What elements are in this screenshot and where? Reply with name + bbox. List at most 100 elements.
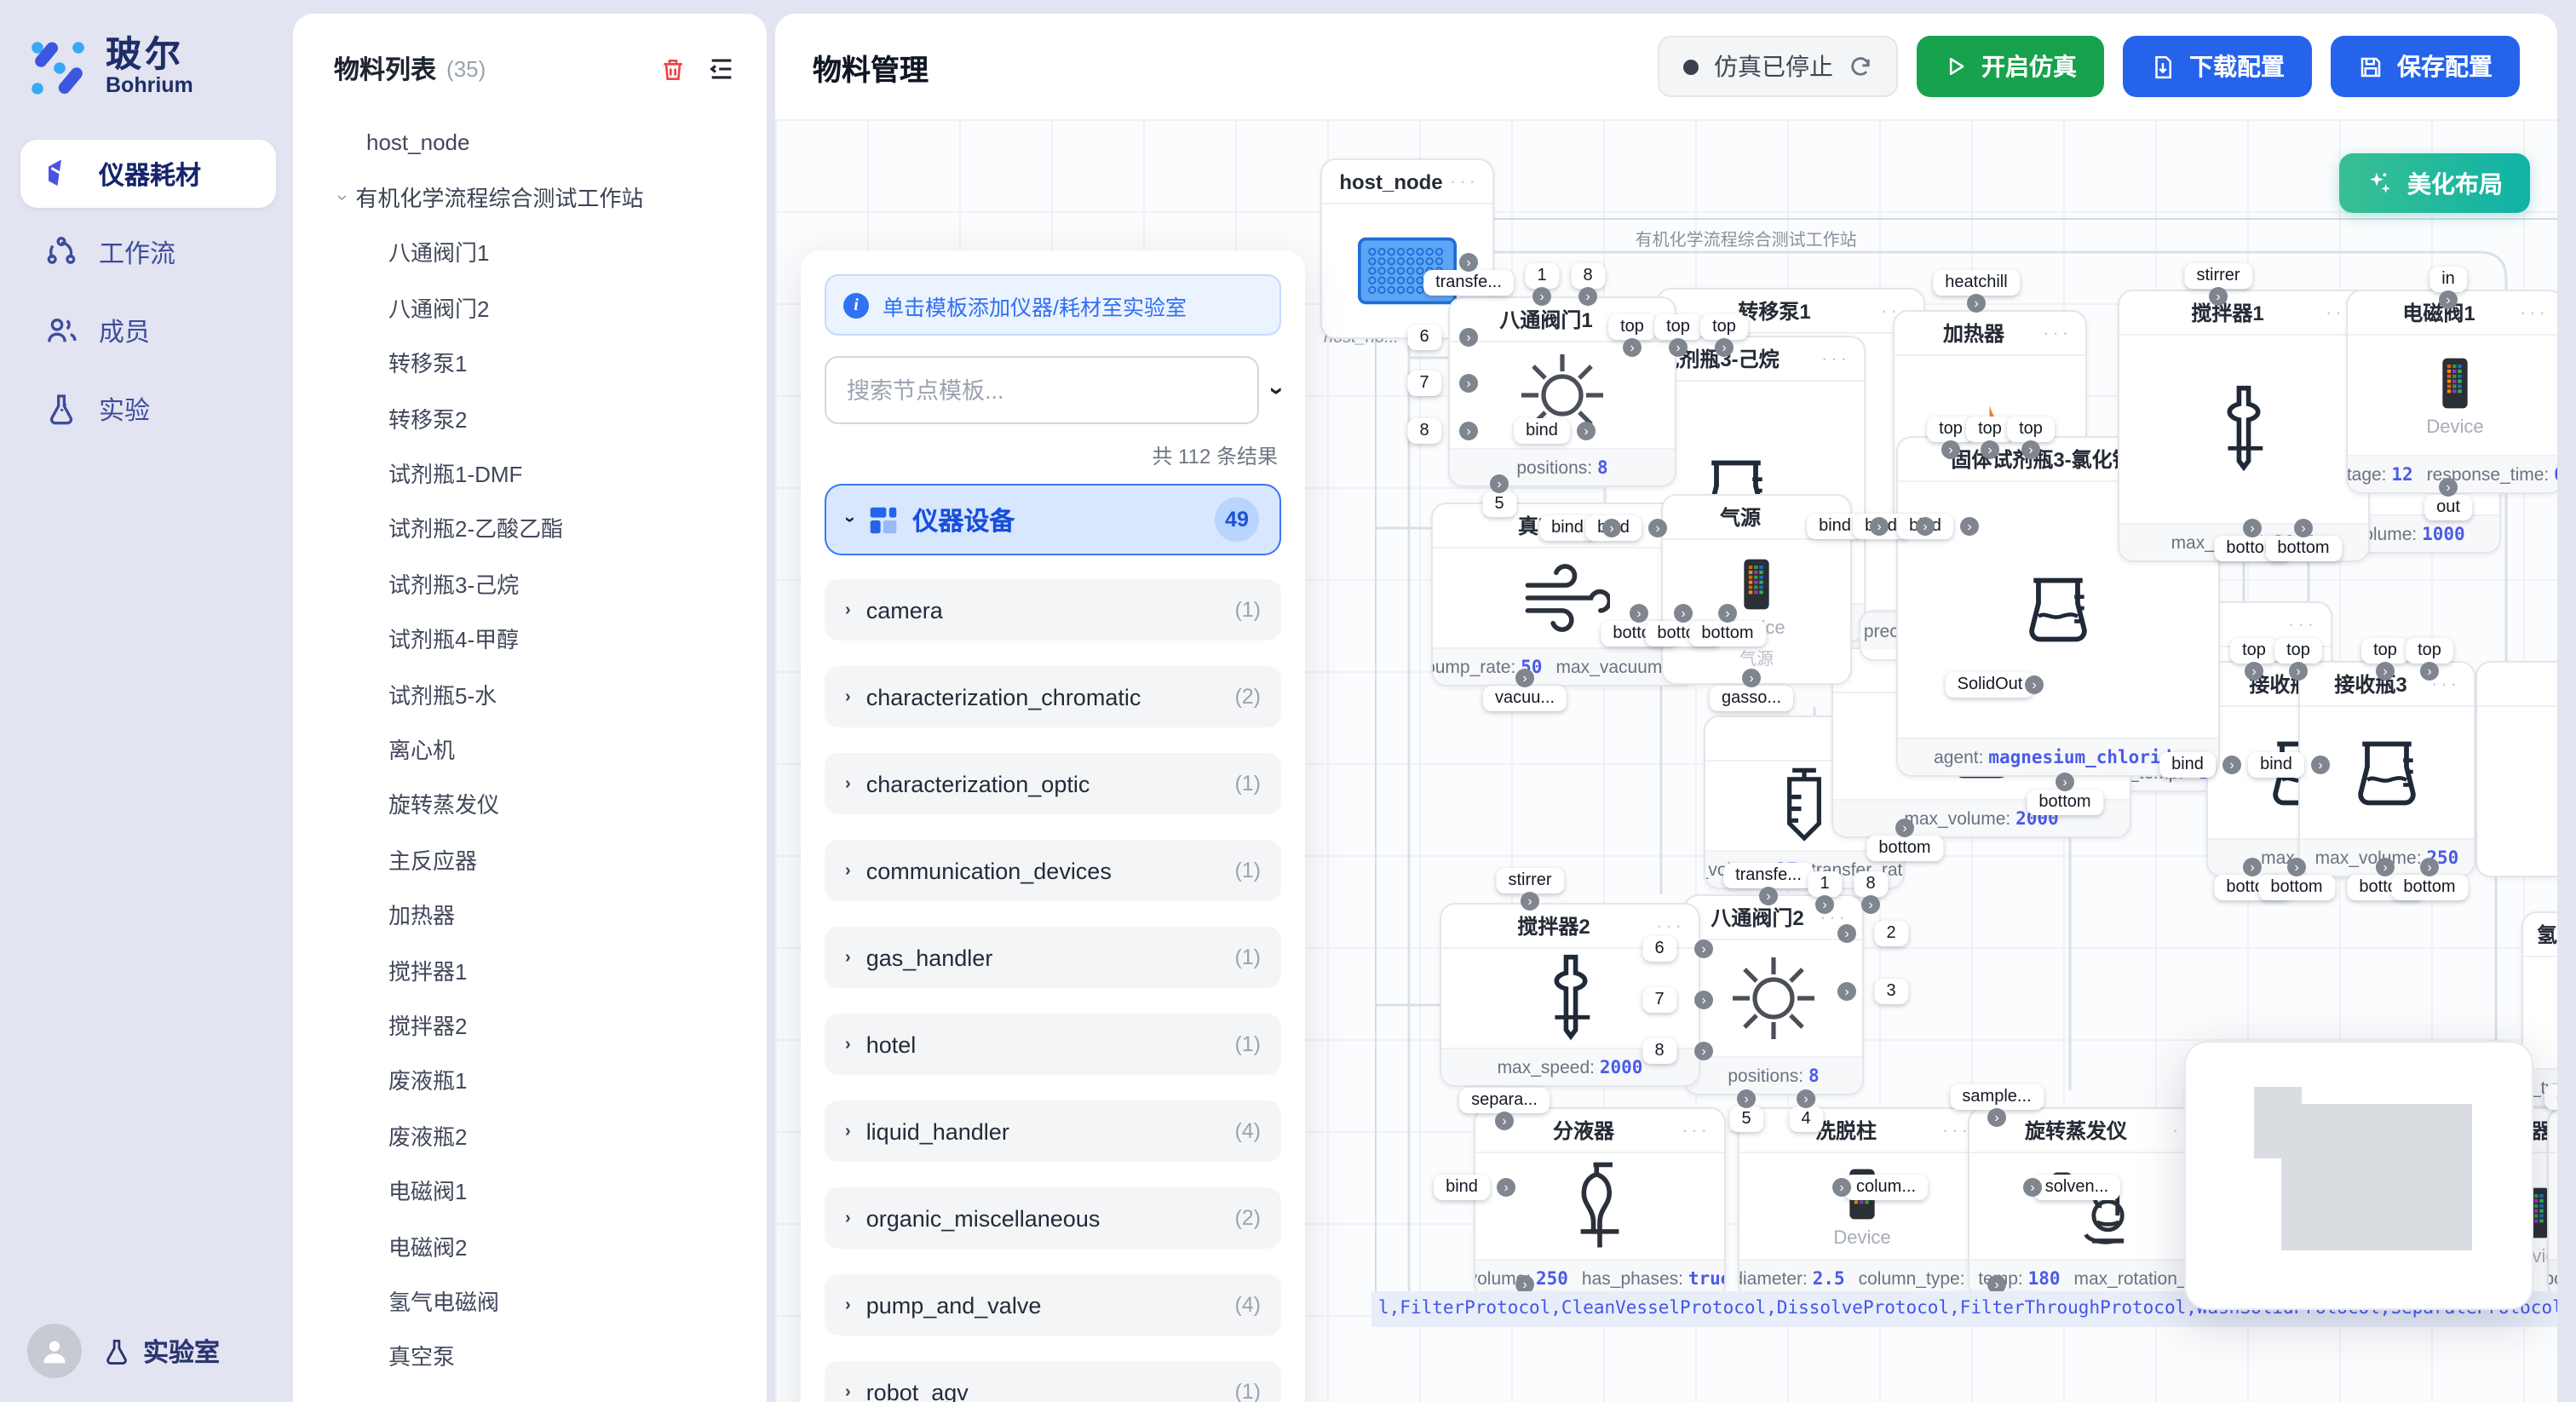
port-pill-in[interactable]: in <box>2429 267 2467 292</box>
port-pill-vacuu[interactable]: vacuu... <box>1483 686 1567 711</box>
port-pill-8[interactable]: 8 <box>1854 871 1887 897</box>
port-dot-icon[interactable]: › <box>2025 675 2044 694</box>
port-dot-icon[interactable]: › <box>2376 662 2395 681</box>
port-pill-bottom[interactable]: bottom <box>2391 875 2467 900</box>
category-item-organic_miscellaneous[interactable]: ›organic_miscellaneous(2) <box>825 1187 1281 1249</box>
port-dot-icon[interactable]: › <box>1532 287 1551 306</box>
port-dot-icon[interactable]: › <box>1495 1112 1514 1130</box>
port-dot-icon[interactable]: › <box>1861 895 1880 914</box>
port-dot-icon[interactable]: › <box>2209 287 2228 306</box>
port-dot-icon[interactable]: › <box>1967 294 1986 313</box>
tree-item-root[interactable]: host_node <box>293 114 767 170</box>
canvas-node-洗脱柱[interactable]: 洗脱柱···Devicediameter: 2.5column_type: si <box>1738 1107 1987 1298</box>
canvas-node-电磁阀1[interactable]: 电磁阀1···Devicevoltage: 12response_time: 0… <box>2346 290 2557 494</box>
port-pill-top[interactable]: top <box>2007 417 2055 442</box>
port-dot-icon[interactable]: › <box>1674 604 1693 623</box>
port-pill-8[interactable]: 8 <box>1571 263 1604 289</box>
tree-item[interactable]: 真空泵 <box>293 1328 767 1383</box>
port-dot-icon[interactable]: › <box>1694 1042 1713 1060</box>
port-pill-1[interactable]: 1 <box>1808 871 1841 897</box>
canvas-node-分液器[interactable]: 分液器···volume: 250has_phases: true <box>1474 1107 1726 1298</box>
category-item-hotel[interactable]: ›hotel(1) <box>825 1014 1281 1075</box>
port-dot-icon[interactable]: › <box>1715 338 1734 357</box>
port-dot-icon[interactable]: › <box>2245 662 2263 681</box>
port-dot-icon[interactable]: › <box>1694 939 1713 958</box>
start-sim-button[interactable]: 开启仿真 <box>1917 36 2104 97</box>
tree-item[interactable]: 八通阀门1 <box>293 225 767 280</box>
graph-canvas[interactable]: 有机化学流程综合测试工作站 host_no... host_node···转移泵… <box>775 119 2557 1402</box>
lab-switcher[interactable]: 实验室 <box>102 1333 220 1369</box>
node-menu-icon[interactable]: ··· <box>1450 171 1479 192</box>
port-pill-bind[interactable]: bind <box>2159 752 2216 778</box>
port-dot-icon[interactable]: › <box>2311 756 2330 774</box>
tree-item[interactable]: 电磁阀2 <box>293 1218 767 1273</box>
sidebar-item-2[interactable]: 工作流 <box>20 218 276 286</box>
port-dot-icon[interactable]: › <box>1694 991 1713 1009</box>
port-dot-icon[interactable]: › <box>2056 773 2074 791</box>
port-pill-6[interactable]: 6 <box>1407 325 1440 350</box>
category-item-characterization_optic[interactable]: ›characterization_optic(1) <box>825 753 1281 814</box>
port-dot-icon[interactable]: › <box>1630 604 1648 623</box>
category-item-gas_handler[interactable]: ›gas_handler(1) <box>825 927 1281 988</box>
port-dot-icon[interactable]: › <box>1987 1108 2006 1127</box>
tree-item[interactable]: 旋转蒸发仪 <box>293 776 767 831</box>
port-dot-icon[interactable]: › <box>1669 338 1688 357</box>
node-menu-icon[interactable]: ··· <box>1656 916 1685 936</box>
port-dot-icon[interactable]: › <box>1759 887 1778 905</box>
port-dot-icon[interactable]: › <box>1797 1089 1815 1108</box>
port-dot-icon[interactable]: › <box>2289 662 2308 681</box>
port-pill-bottom[interactable]: bottom <box>1689 621 1765 646</box>
tree-item[interactable]: 试剂瓶3-己烷 <box>293 555 767 611</box>
port-pill-7[interactable]: 7 <box>1642 987 1676 1013</box>
port-dot-icon[interactable]: › <box>1623 338 1642 357</box>
port-pill-top[interactable]: top <box>1700 314 1748 340</box>
sidebar-item-4[interactable]: 实验 <box>20 375 276 443</box>
panel-collapse-chevron-icon[interactable]: › <box>1262 386 1291 394</box>
node-menu-icon[interactable]: ··· <box>1682 1120 1711 1141</box>
port-dot-icon[interactable]: › <box>1578 287 1597 306</box>
port-pill-gasso[interactable]: gasso... <box>2544 1084 2557 1110</box>
port-dot-icon[interactable]: › <box>2222 756 2241 774</box>
category-item-camera[interactable]: ›camera(1) <box>825 579 1281 641</box>
tree-item[interactable]: 废液瓶2 <box>293 1107 767 1163</box>
category-group-instruments[interactable]: › 仪器设备 49 <box>825 484 1281 555</box>
port-dot-icon[interactable]: › <box>1742 669 1761 687</box>
port-dot-icon[interactable]: › <box>1459 253 1478 272</box>
node-menu-icon[interactable]: ··· <box>1821 348 1850 369</box>
port-pill-bottom[interactable]: bottom <box>1866 836 1942 861</box>
canvas-node-氢气电磁阀[interactable]: 氢气电磁阀···Deviceresponse_time: 0.1 <box>2547 1107 2557 1298</box>
canvas-node[interactable]: ··· <box>2475 661 2557 877</box>
port-dot-icon[interactable]: › <box>2439 478 2458 497</box>
port-pill-transfe[interactable]: transfe... <box>1723 863 1814 888</box>
port-dot-icon[interactable]: › <box>2420 662 2439 681</box>
port-dot-icon[interactable]: › <box>1648 519 1667 537</box>
port-dot-icon[interactable]: › <box>2243 519 2262 537</box>
port-pill-8[interactable]: 8 <box>1407 418 1440 444</box>
tree-item[interactable]: 试剂瓶5-水 <box>293 666 767 721</box>
node-menu-icon[interactable]: ··· <box>2288 614 2317 635</box>
port-pill-separa[interactable]: separa... <box>1459 1088 1550 1113</box>
port-pill-SolidOut[interactable]: SolidOut <box>1946 672 2035 698</box>
port-pill-5[interactable]: 5 <box>1482 491 1515 517</box>
tree-item[interactable]: 加热器 <box>293 887 767 942</box>
port-pill-transfe[interactable]: transfe... <box>1423 270 1514 296</box>
port-dot-icon[interactable]: › <box>1837 982 1856 1001</box>
port-dot-icon[interactable]: › <box>1941 440 1960 459</box>
port-dot-icon[interactable]: › <box>2420 858 2439 876</box>
port-dot-icon[interactable]: › <box>1832 1178 1851 1197</box>
port-dot-icon[interactable]: › <box>2376 858 2395 876</box>
tree-item[interactable]: 搅拌器2 <box>293 997 767 1053</box>
tree-item[interactable]: 废液瓶1 <box>293 1052 767 1107</box>
save-config-button[interactable]: 保存配置 <box>2331 36 2520 97</box>
port-pill-7[interactable]: 7 <box>1407 371 1440 396</box>
category-item-robot_agv[interactable]: ›robot_agv(1) <box>825 1361 1281 1402</box>
port-dot-icon[interactable]: › <box>1916 517 1935 536</box>
delete-all-button[interactable] <box>659 55 687 83</box>
port-pill-top[interactable]: top <box>2274 638 2322 664</box>
port-pill-bind[interactable]: bind <box>1434 1175 1490 1200</box>
port-dot-icon[interactable]: › <box>1497 1178 1515 1197</box>
port-dot-icon[interactable]: › <box>1981 440 1999 459</box>
canvas-node-搅拌器1[interactable]: 搅拌器1···max_speed: 2000 <box>2118 290 2370 562</box>
port-dot-icon[interactable]: › <box>1490 474 1509 493</box>
sidebar-item-3[interactable]: 成员 <box>20 296 276 365</box>
